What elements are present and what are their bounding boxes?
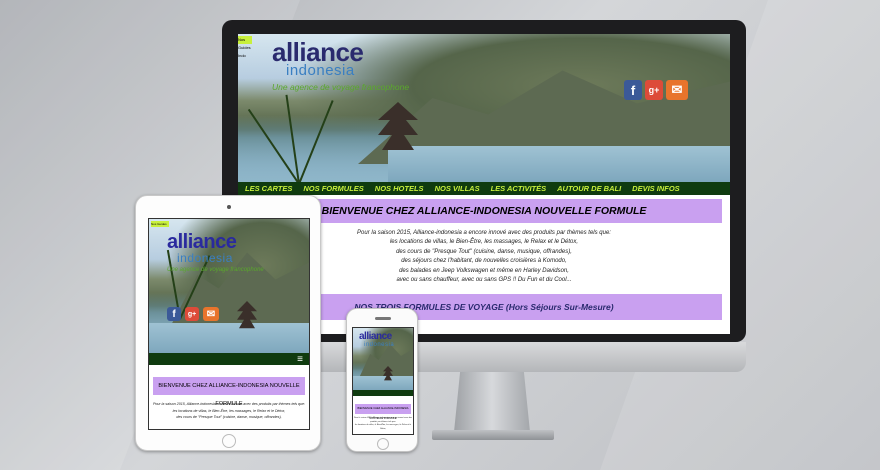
iphone-speaker	[375, 317, 391, 320]
facebook-icon[interactable]: f	[624, 80, 642, 100]
logo-main-text: alliance	[272, 37, 364, 67]
social-links: f g+ ✉	[167, 307, 219, 321]
desktop-logo[interactable]: alliance indonesia Une agence de voyage …	[272, 37, 410, 92]
lake-image	[388, 146, 730, 182]
tablet-welcome-banner: BIENVENUE CHEZ ALLIANCE-INDONESIA NOUVEL…	[153, 377, 305, 407]
intro-line: les locations de villas, le Bien-Être, l…	[354, 424, 412, 430]
nav-item-formules[interactable]: NOS FORMULES	[303, 184, 363, 193]
logo-sub-text: indonesia	[177, 251, 233, 265]
phone-welcome-banner: BIENVENUE CHEZ ALLIANCE-INDONESIA NOUVEL…	[355, 404, 411, 420]
nav-item-villas[interactable]: NOS VILLAS	[435, 184, 480, 193]
ipad-camera	[227, 205, 231, 209]
guides-badge[interactable]: Nos Guides Indo	[238, 36, 252, 58]
hamburger-menu-icon[interactable]: ≡	[297, 354, 303, 365]
intro-line: Pour la saison 2015, Alliance-indonesia …	[152, 402, 306, 406]
facebook-icon[interactable]: f	[167, 307, 181, 321]
logo-tagline: Une agence de voyage francophone	[272, 82, 410, 92]
intro-line: Pour la saison 2015, Alliance-indonesia …	[353, 417, 413, 423]
tablet-logo[interactable]: alliance indonesia Une agence de voyage …	[167, 231, 264, 273]
mail-icon[interactable]: ✉	[666, 80, 688, 100]
nav-item-cartes[interactable]: LES CARTES	[245, 184, 292, 193]
nav-item-autour-de-bali[interactable]: AUTOUR DE BALI	[557, 184, 621, 193]
nav-item-hotels[interactable]: NOS HOTELS	[375, 184, 424, 193]
lake-image	[353, 376, 413, 390]
lake-image	[149, 323, 309, 353]
logo-main-text: alliance	[167, 231, 237, 253]
iphone-mockup: alliance indonesia BIENVENUE CHEZ ALLIAN…	[346, 308, 418, 452]
phone-intro-text: Pour la saison 2015, Alliance-indonesia …	[353, 414, 413, 431]
tablet-nav-bar: ≡	[149, 353, 309, 365]
palm-image	[298, 100, 334, 182]
ipad-home-button	[222, 434, 236, 448]
ipad-mockup: Nos Guides Indo alliance indonesia Une a…	[135, 195, 321, 451]
iphone-home-button	[377, 438, 389, 450]
logo-tagline: Une agence de voyage francophone	[167, 267, 264, 273]
phone-logo[interactable]: alliance indonesia	[359, 331, 395, 349]
phone-website: alliance indonesia BIENVENUE CHEZ ALLIAN…	[352, 327, 414, 435]
phone-hero-banner: alliance indonesia	[353, 328, 413, 390]
mail-icon[interactable]: ✉	[203, 307, 219, 321]
google-plus-icon[interactable]: g+	[645, 80, 663, 100]
desktop-nav-bar: LES CARTES NOS FORMULES NOS HOTELS NOS V…	[238, 182, 730, 195]
desktop-hero-banner: Nos Guides Indo alliance indonesia Une a…	[238, 34, 730, 182]
phone-nav-bar[interactable]	[353, 390, 413, 396]
imac-stand	[454, 372, 530, 432]
google-plus-icon[interactable]: g+	[185, 307, 199, 321]
social-links: f g+ ✉	[624, 80, 688, 100]
nav-item-devis-infos[interactable]: DEVIS INFOS	[632, 184, 680, 193]
logo-main-text: alliance	[359, 331, 392, 342]
logo-sub-text: indonesia	[286, 62, 355, 79]
nav-item-activites[interactable]: LES ACTIVITÉS	[491, 184, 547, 193]
tablet-hero-banner: Nos Guides Indo alliance indonesia Une a…	[149, 219, 309, 353]
intro-line: des cours de "Presque Tout" (cuisine, da…	[176, 415, 282, 419]
guides-badge[interactable]: Nos Guides Indo	[151, 221, 169, 227]
logo-sub-text: indonesia	[364, 342, 395, 348]
tablet-website: Nos Guides Indo alliance indonesia Une a…	[148, 218, 310, 430]
imac-stand-base	[432, 430, 554, 440]
